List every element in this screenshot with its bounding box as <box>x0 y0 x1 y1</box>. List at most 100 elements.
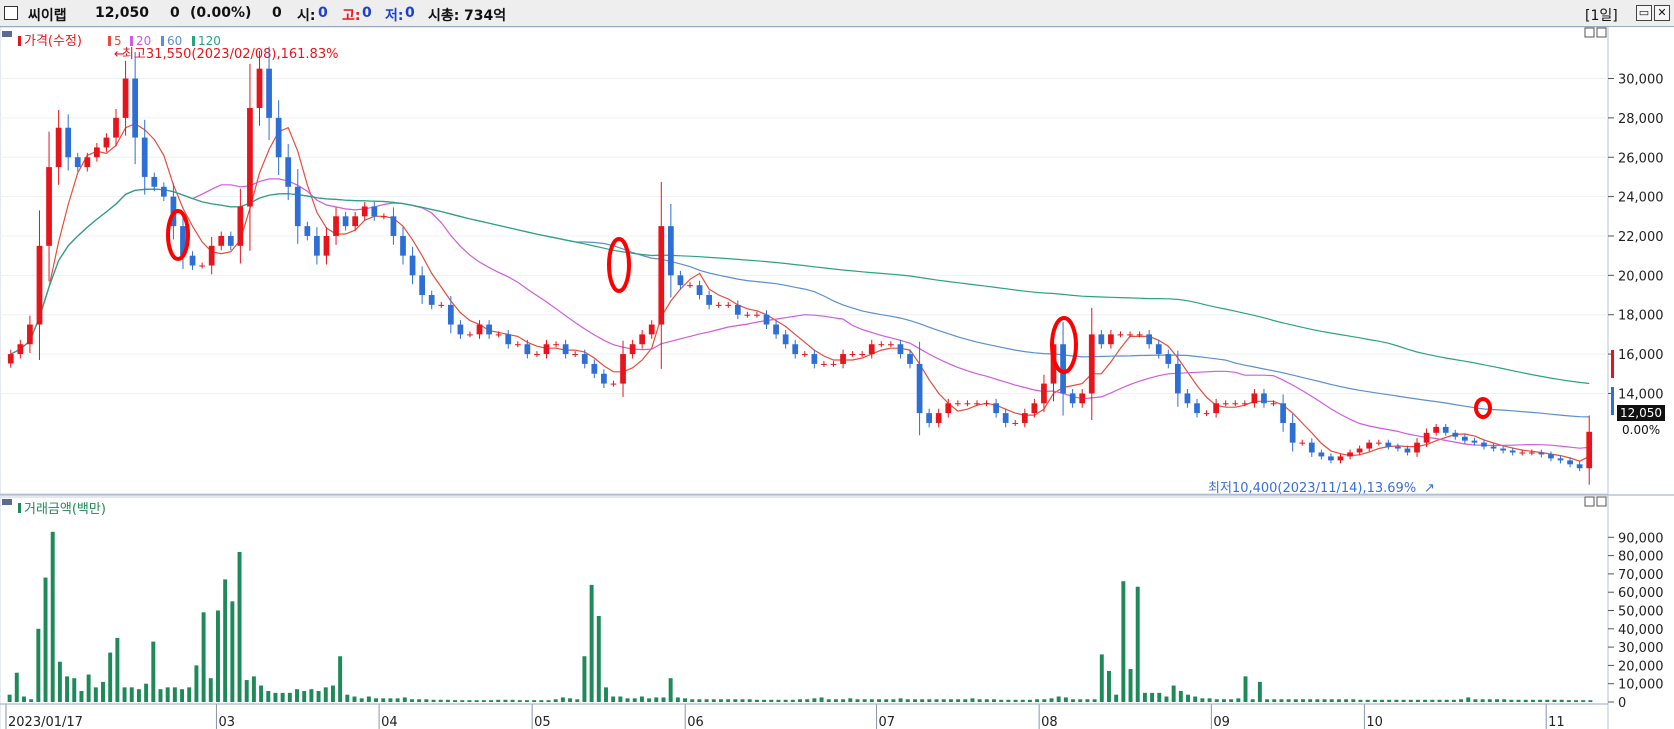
volume-bar <box>1459 699 1464 702</box>
volume-bar <box>101 681 105 702</box>
current-price: 12,050 <box>95 5 150 21</box>
volume-bar <box>877 699 882 702</box>
candle-body <box>1088 334 1095 394</box>
volume-bar <box>762 699 767 702</box>
candle-body <box>55 127 62 168</box>
volume-bar <box>1466 697 1471 702</box>
volume-bar <box>1473 699 1478 702</box>
volume-bar <box>862 699 867 702</box>
volume-bar <box>1107 670 1111 702</box>
volume-bar <box>747 699 752 702</box>
candle-body <box>371 206 378 217</box>
volume-panel-menu-icon[interactable] <box>2 499 12 505</box>
candle-body <box>447 304 454 325</box>
volume-bar <box>144 683 149 702</box>
volume-bar <box>1329 699 1334 702</box>
volume-bar <box>1315 699 1320 702</box>
volume-bar <box>79 691 84 702</box>
volume-bar <box>553 699 558 702</box>
volume-tick-label: 0 <box>1618 696 1626 711</box>
volume-bar <box>1027 699 1032 702</box>
candle-body <box>1012 422 1019 424</box>
candle-body <box>993 403 999 414</box>
candle-body <box>1098 334 1105 345</box>
volume-bar <box>93 687 98 702</box>
candle-body <box>734 304 741 315</box>
candle-body <box>438 304 445 306</box>
current-pct-label: 0.00% <box>1622 423 1660 437</box>
volume-bar <box>869 699 874 702</box>
date-tick-label: 09 <box>1213 715 1230 729</box>
candle-body <box>314 235 320 256</box>
restore-icon[interactable]: ▭ <box>1636 5 1652 21</box>
candle-body <box>1194 403 1200 414</box>
volume-bar <box>1408 699 1413 702</box>
volume-bar <box>223 579 228 702</box>
period-selector[interactable]: [1일] <box>1585 5 1618 25</box>
volume-bar <box>1171 685 1176 702</box>
volume-bar <box>244 680 249 702</box>
volume-bar <box>316 691 321 702</box>
candle-body <box>1366 442 1373 449</box>
candle-body <box>457 324 464 335</box>
candle-body <box>1270 403 1277 405</box>
volume-bar <box>718 699 723 702</box>
candle-body <box>907 354 913 364</box>
candle-body <box>677 275 684 286</box>
select-checkbox[interactable] <box>4 6 18 20</box>
candle-body <box>1519 452 1526 454</box>
close-icon[interactable]: ✕ <box>1654 5 1670 21</box>
volume-bar <box>1559 699 1564 702</box>
volume-bar <box>1530 699 1535 702</box>
candle-body <box>27 324 33 345</box>
price-tick-label: 30,000 <box>1618 73 1664 88</box>
candle-body <box>983 403 990 405</box>
volume-bar <box>891 699 896 702</box>
volume-bar <box>1523 699 1528 702</box>
candle-body <box>1471 440 1478 443</box>
candle-body <box>141 137 148 177</box>
candle-body <box>352 216 359 227</box>
candle-body <box>744 314 751 316</box>
candle-body <box>285 157 292 187</box>
candle-body <box>514 344 521 346</box>
volume-bar <box>661 697 666 702</box>
date-tick-label: 11 <box>1548 715 1565 729</box>
volume-bar <box>29 699 34 702</box>
volume-bar <box>1250 699 1255 702</box>
title-bar: 씨이랩 12,050 0 (0.00%) 0 시: 0 고: 0 저: 0 시총… <box>0 0 1674 27</box>
candle-body <box>323 235 330 256</box>
volume-tick-label: 80,000 <box>1618 550 1664 565</box>
candle-body <box>1060 344 1066 394</box>
volume-bar <box>568 698 573 702</box>
candle-body <box>36 245 43 325</box>
volume-bar <box>187 687 192 702</box>
price-tick-label: 28,000 <box>1618 112 1664 127</box>
volume-bar <box>1042 699 1047 702</box>
candle-body <box>1318 452 1325 457</box>
volume-bar <box>21 696 26 702</box>
panel-menu-icon[interactable] <box>2 31 12 37</box>
candle-body <box>763 314 770 325</box>
volume-bar <box>1372 699 1377 702</box>
open-value: 0 <box>318 5 328 21</box>
volume-bar <box>1265 699 1270 702</box>
volume-bar <box>833 699 838 702</box>
candle-body <box>1203 413 1210 415</box>
candle-body <box>715 304 722 306</box>
volume-bar <box>7 694 12 702</box>
volume-bar <box>632 698 637 702</box>
volume-bar <box>963 699 968 702</box>
candle-body <box>849 354 856 356</box>
volume-bar <box>1049 698 1054 702</box>
volume-bar <box>539 700 544 702</box>
candle-body <box>1395 446 1401 449</box>
volume-bar <box>14 672 19 702</box>
volume-bar <box>388 698 393 702</box>
candle-body <box>840 354 846 364</box>
volume-tick-label: 20,000 <box>1618 659 1664 674</box>
volume-bar <box>1121 581 1126 702</box>
date-tick-label: 06 <box>687 715 704 729</box>
volume-bar <box>1128 669 1133 702</box>
date-tick-label: 05 <box>534 715 551 729</box>
